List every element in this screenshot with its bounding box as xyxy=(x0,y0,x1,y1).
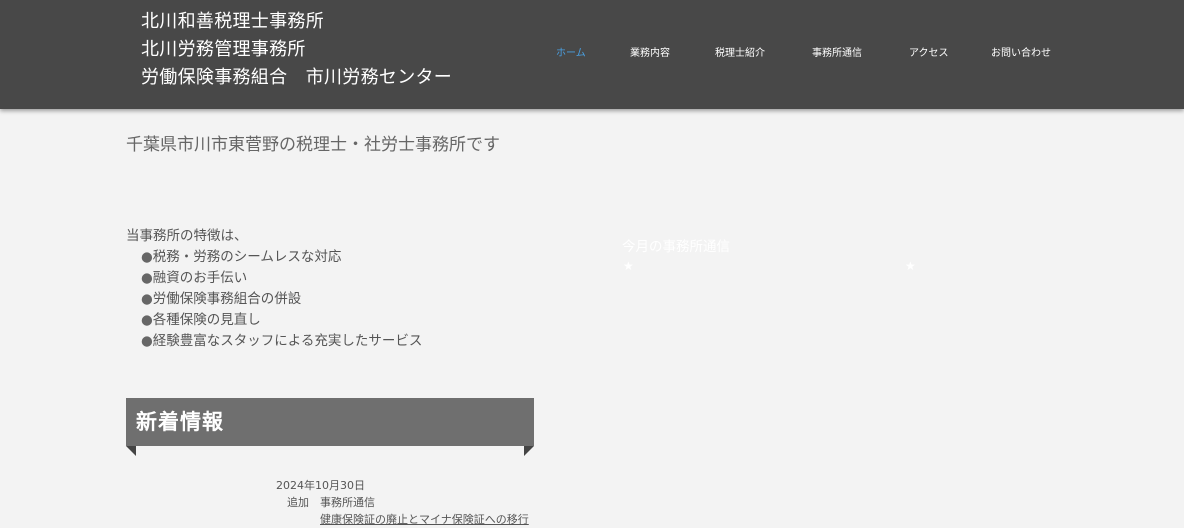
nav-item-newsletter[interactable]: 事務所通信 xyxy=(812,44,862,59)
feature-item: ●経験豊富なスタッフによる充実したサービス xyxy=(126,331,422,352)
nav-item-contact[interactable]: お問い合わせ xyxy=(991,44,1051,59)
bullet-icon: ● xyxy=(141,312,153,328)
bullet-icon: ● xyxy=(141,249,153,265)
office-name-tax: 北川和善税理士事務所 xyxy=(141,11,324,32)
features-list: 当事務所の特徴は、 ●税務・労務のシームレスな対応 ●融資のお手伝い ●労働保険… xyxy=(126,226,422,352)
nav-item-access[interactable]: アクセス xyxy=(909,44,949,59)
feature-text: 各種保険の見直し xyxy=(152,312,261,328)
news-link[interactable]: 健康保険証の廃止とマイナ保険証への移行 xyxy=(320,511,529,527)
feature-item: ●労働保険事務組合の併設 xyxy=(126,289,422,310)
office-name-union: 労働保険事務組合 市川労務センター xyxy=(141,67,453,88)
feature-item: ●融資のお手伝い xyxy=(126,268,422,289)
bullet-icon: ● xyxy=(141,333,153,349)
main-nav: ホーム 業務内容 税理士紹介 事務所通信 アクセス お問い合わせ xyxy=(0,44,1184,60)
feature-text: 労働保険事務組合の併設 xyxy=(152,291,302,307)
nav-item-home[interactable]: ホーム xyxy=(556,44,586,59)
nav-item-services[interactable]: 業務内容 xyxy=(630,44,670,59)
nav-item-tax-accountant[interactable]: 税理士紹介 xyxy=(715,44,765,59)
news-heading-box: 新着情報 xyxy=(126,398,534,446)
bullet-icon: ● xyxy=(141,270,153,286)
feature-item: ●税務・労務のシームレスな対応 xyxy=(126,247,422,268)
news-heading: 新着情報 xyxy=(136,410,224,434)
feature-text: 融資のお手伝い xyxy=(152,270,248,286)
news-date: 2024年10月30日 xyxy=(276,479,365,492)
page-tagline: 千葉県市川市東菅野の税理士・社労士事務所です xyxy=(126,135,500,155)
ribbon-fold-left xyxy=(126,446,136,456)
feature-text: 経験豊富なスタッフによる充実したサービス xyxy=(152,333,423,349)
ribbon-fold-right xyxy=(524,446,534,456)
features-intro: 当事務所の特徴は、 xyxy=(126,228,248,244)
feature-item: ●各種保険の見直し xyxy=(126,310,422,331)
bullet-icon: ● xyxy=(141,291,153,307)
news-type: 追加 xyxy=(287,496,309,509)
newsletter-title: 今月の事務所通信 xyxy=(622,239,730,255)
star-icon: ★ xyxy=(623,259,634,273)
feature-text: 税務・労務のシームレスな対応 xyxy=(152,249,342,265)
news-category: 事務所通信 xyxy=(320,496,375,509)
star-icon: ★ xyxy=(905,259,916,273)
site-header: 北川和善税理士事務所 北川労務管理事務所 労働保険事務組合 市川労務センター ホ… xyxy=(0,0,1184,109)
